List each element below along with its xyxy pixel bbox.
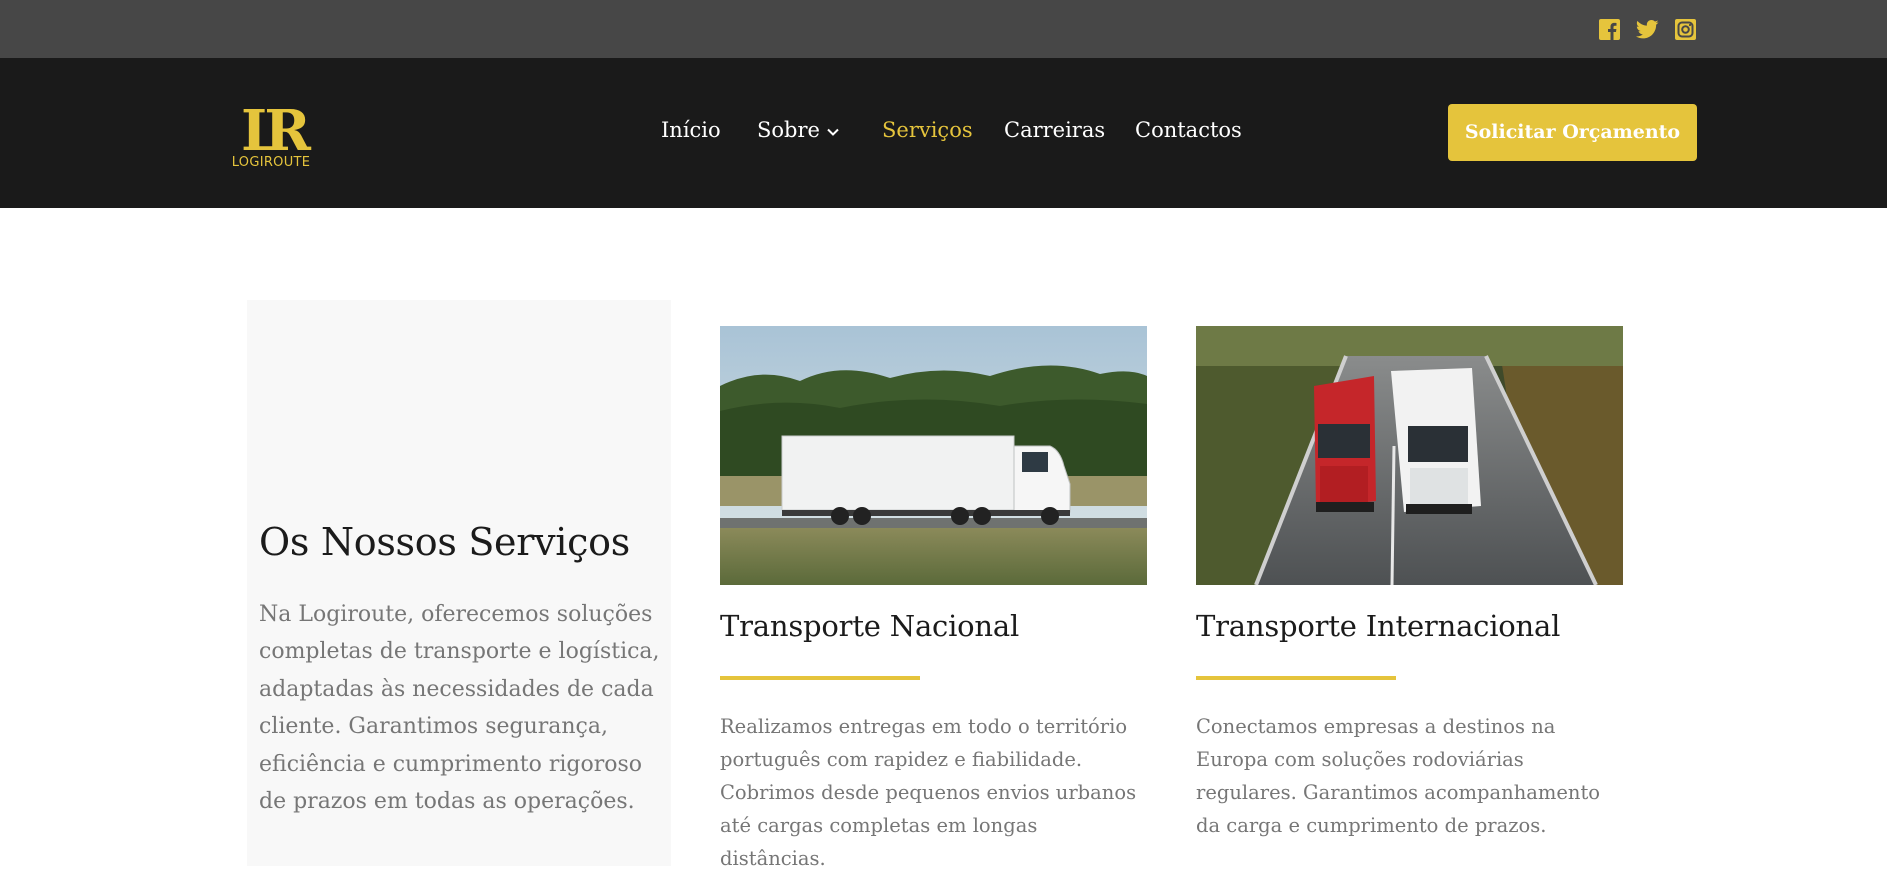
nav-item-inicio[interactable]: Início xyxy=(661,118,721,142)
facebook-icon[interactable] xyxy=(1599,19,1620,40)
top-bar xyxy=(0,0,1887,58)
nav-item-servicos[interactable]: Serviços xyxy=(882,118,973,142)
chevron-down-icon xyxy=(827,128,839,136)
nav-item-contactos[interactable]: Contactos xyxy=(1135,118,1242,142)
service-title-nacional: Transporte Nacional xyxy=(720,609,1020,643)
services-intro: Os Nossos Serviços Na Logiroute, oferece… xyxy=(247,300,671,866)
logo-text: LOGIROUTE xyxy=(231,155,311,170)
twitter-icon[interactable] xyxy=(1636,19,1659,40)
service-description-nacional: Realizamos entregas em todo o território… xyxy=(720,715,1137,870)
service-description-internacional: Conectamos empresas a destinos na Europa… xyxy=(1196,715,1601,837)
logo-monogram-icon: LR xyxy=(241,98,327,164)
main-header: LR LOGIROUTE Início Sobre Serviços Carre… xyxy=(0,58,1887,208)
service-image-internacional xyxy=(1196,326,1623,585)
section-title: Os Nossos Serviços xyxy=(259,520,630,564)
title-underline xyxy=(720,676,920,680)
logo[interactable]: LR LOGIROUTE xyxy=(230,98,328,170)
request-quote-button[interactable]: Solicitar Orçamento xyxy=(1448,104,1697,161)
section-description: Na Logiroute, oferecemos soluções comple… xyxy=(259,602,660,815)
title-underline xyxy=(1196,676,1396,680)
service-image-nacional xyxy=(720,326,1147,585)
nav-item-carreiras[interactable]: Carreiras xyxy=(1004,118,1105,142)
service-title-internacional: Transporte Internacional xyxy=(1196,609,1561,643)
instagram-icon[interactable] xyxy=(1675,19,1696,40)
nav-item-sobre[interactable]: Sobre xyxy=(757,118,840,142)
nav-item-sobre-label: Sobre xyxy=(757,118,820,142)
logo-monogram: LR xyxy=(241,98,311,154)
